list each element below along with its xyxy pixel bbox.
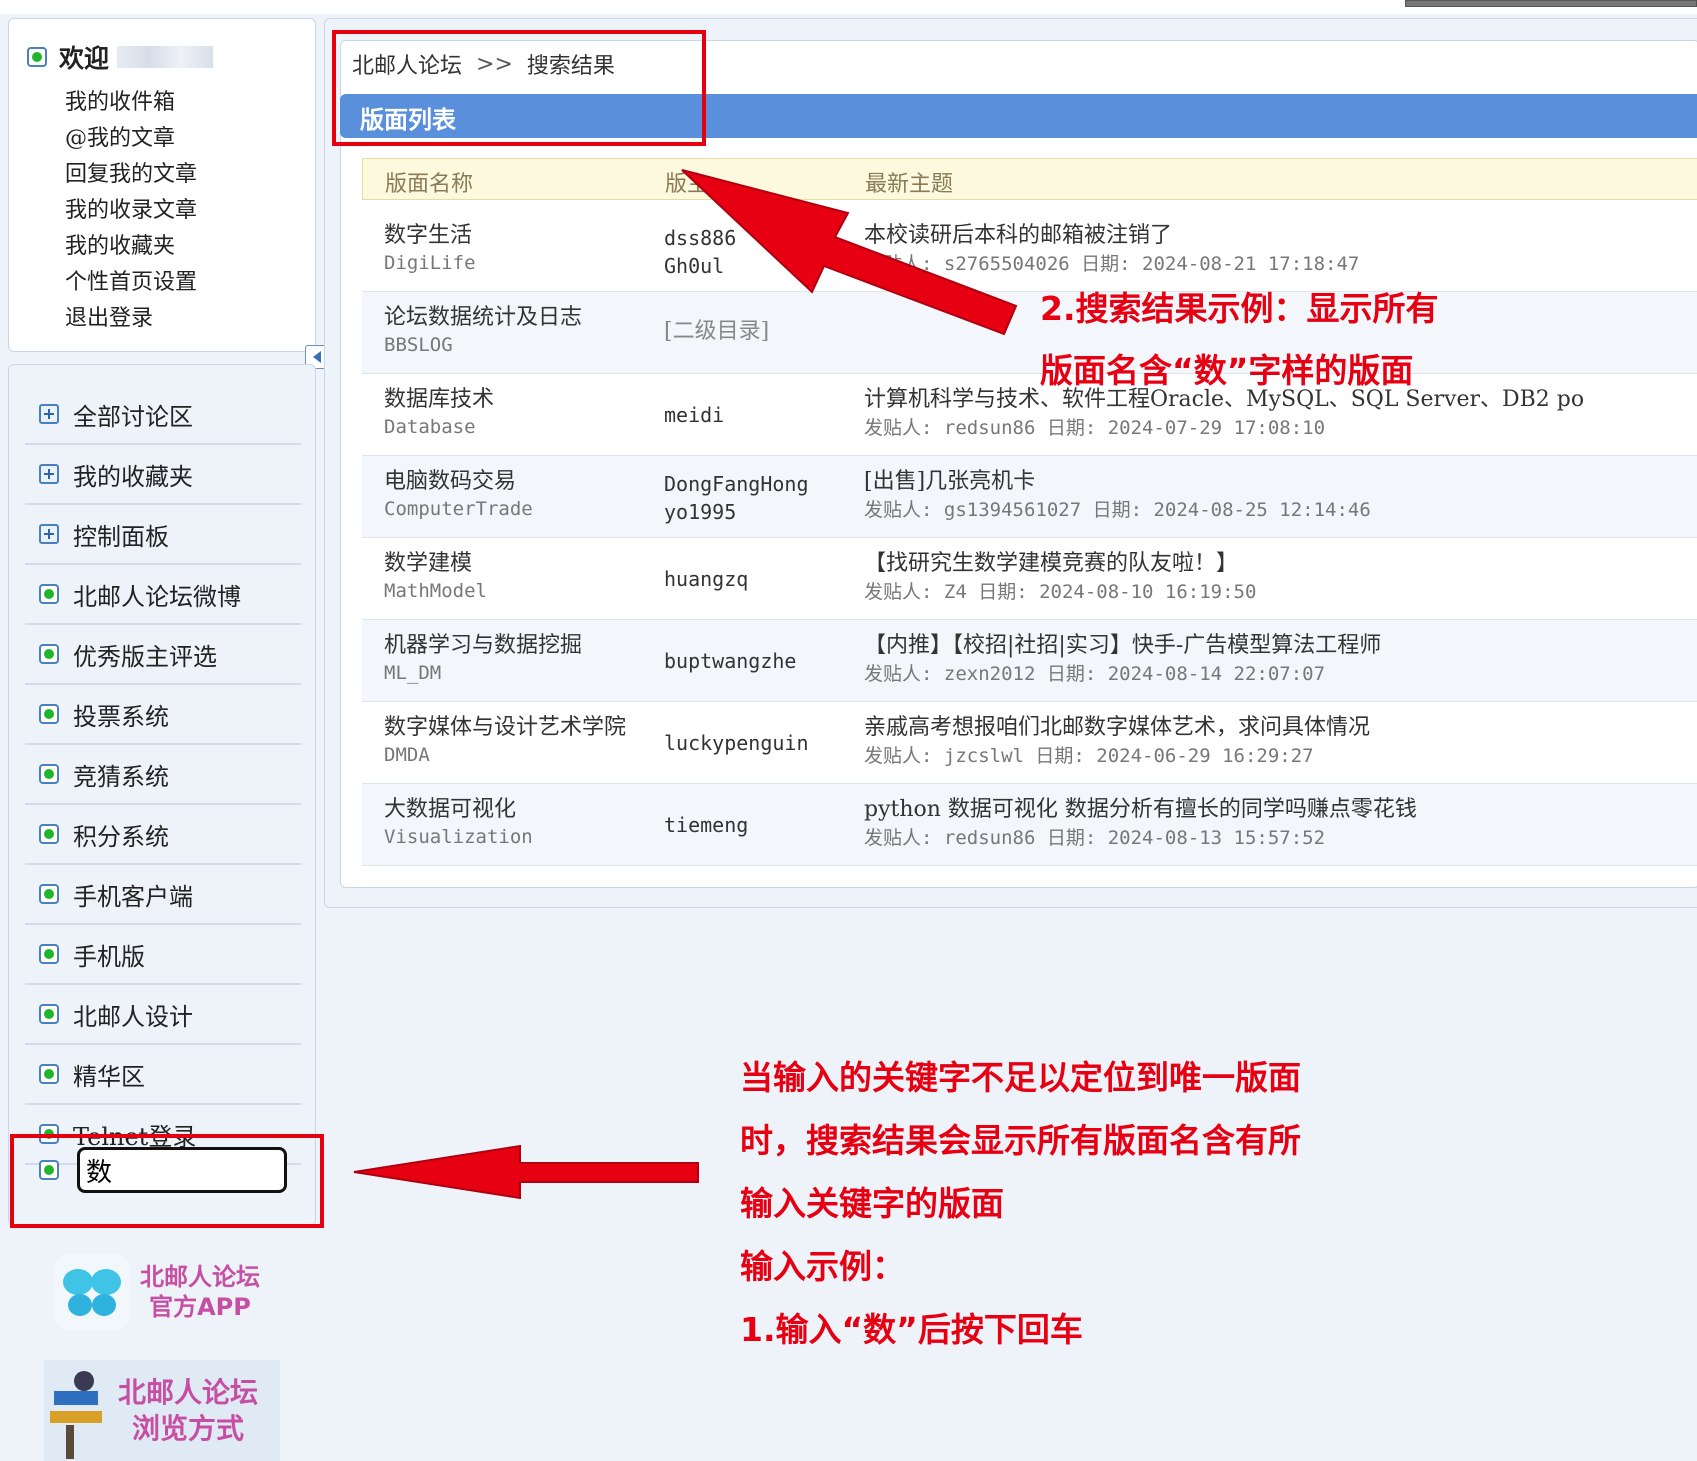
annotation-result-note: 2.搜索结果示例：显示所有 版面名含“数”字样的版面 <box>1040 278 1439 402</box>
annotation-line: 输入关键字的版面 <box>740 1184 1004 1223</box>
annotation-line: 1.输入“数”后按下回车 <box>740 1310 1083 1349</box>
annotation-input-note: 当输入的关键字不足以定位到唯一版面 时，搜索结果会显示所有版面名含有所 输入关键… <box>740 1046 1301 1361</box>
arrow-to-results <box>681 169 1018 336</box>
annotation-line: 版面名含“数”字样的版面 <box>1040 351 1414 390</box>
annotation-line: 2.搜索结果示例：显示所有 <box>1040 289 1439 328</box>
annotation-line: 时，搜索结果会显示所有版面名含有所 <box>740 1121 1301 1160</box>
annotation-line: 输入示例： <box>740 1247 905 1286</box>
arrow-to-search <box>353 1144 699 1200</box>
annotation-line: 当输入的关键字不足以定位到唯一版面 <box>740 1058 1301 1097</box>
